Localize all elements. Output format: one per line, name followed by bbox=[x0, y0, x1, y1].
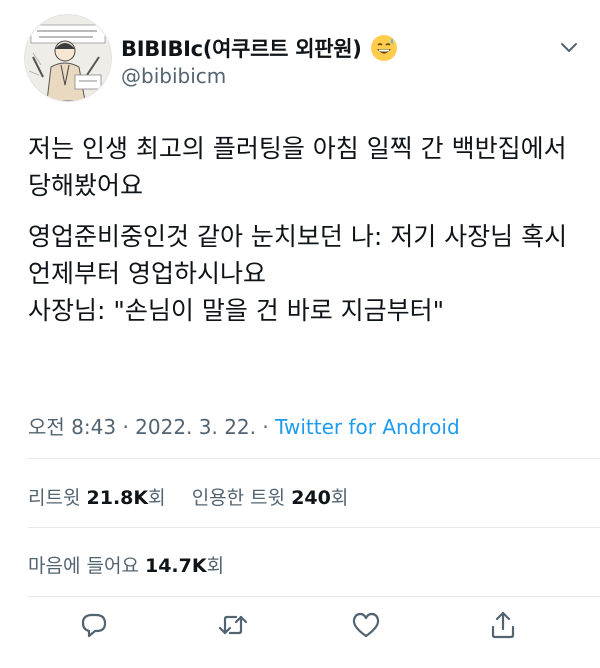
meta-separator: · bbox=[262, 415, 269, 439]
avatar-illustration bbox=[25, 15, 111, 101]
grinning-face-with-sweat-icon bbox=[370, 34, 398, 62]
tweet-meta: 오전 8:43 · 2022. 3. 22. · Twitter for And… bbox=[28, 411, 460, 440]
quotes-count: 240 bbox=[291, 487, 331, 509]
quotes-label: 인용한 트윗 bbox=[191, 487, 286, 509]
meta-separator: · bbox=[122, 415, 129, 439]
author-handle[interactable]: @bibibicm bbox=[121, 64, 226, 88]
likes-unit: 회 bbox=[206, 555, 225, 577]
divider bbox=[28, 596, 600, 597]
retweets-count: 21.8K bbox=[86, 487, 149, 509]
tweet-paragraph: 저는 인생 최고의 플러팅을 아침 일찍 간 백반집에서 당해봤어요 bbox=[28, 134, 567, 200]
share-icon[interactable] bbox=[486, 608, 520, 642]
tweet-time[interactable]: 오전 8:43 bbox=[28, 415, 116, 439]
retweet-icon[interactable] bbox=[216, 608, 250, 642]
retweets-unit: 회 bbox=[148, 487, 166, 509]
author-name-row[interactable]: BIBIBIc(여쿠르트 외판원) bbox=[121, 33, 398, 63]
likes-stat-row[interactable]: 마음에 들어요 14.7K회 bbox=[28, 551, 224, 578]
divider bbox=[28, 527, 600, 528]
likes-label: 마음에 들어요 bbox=[28, 555, 139, 577]
reply-icon[interactable] bbox=[77, 608, 111, 642]
tweet-action-bar bbox=[0, 600, 600, 650]
retweets-label: 리트윗 bbox=[28, 487, 81, 509]
divider bbox=[28, 458, 600, 459]
retweets-stat[interactable]: 리트윗 21.8K회 bbox=[28, 487, 172, 509]
chevron-down-icon[interactable] bbox=[558, 36, 580, 58]
avatar[interactable] bbox=[24, 14, 112, 102]
tweet-source-link[interactable]: Twitter for Android bbox=[275, 415, 460, 439]
like-icon[interactable] bbox=[349, 608, 383, 642]
engagement-stats-row: 리트윗 21.8K회 인용한 트윗 240회 bbox=[28, 483, 348, 510]
tweet-date[interactable]: 2022. 3. 22. bbox=[135, 415, 256, 439]
quotes-unit: 회 bbox=[330, 487, 349, 509]
likes-count: 14.7K bbox=[144, 555, 207, 577]
author-display-name[interactable]: BIBIBIc(여쿠르트 외판원) bbox=[121, 33, 362, 63]
quotes-stat[interactable]: 인용한 트윗 240회 bbox=[192, 487, 349, 509]
tweet-paragraph: 영업준비중인것 같아 눈치보던 나: 저기 사장님 혹시 언제부터 영업하시나요… bbox=[28, 222, 568, 325]
tweet-text: 저는 인생 최고의 플러팅을 아침 일찍 간 백반집에서 당해봤어요 영업준비중… bbox=[28, 130, 578, 329]
